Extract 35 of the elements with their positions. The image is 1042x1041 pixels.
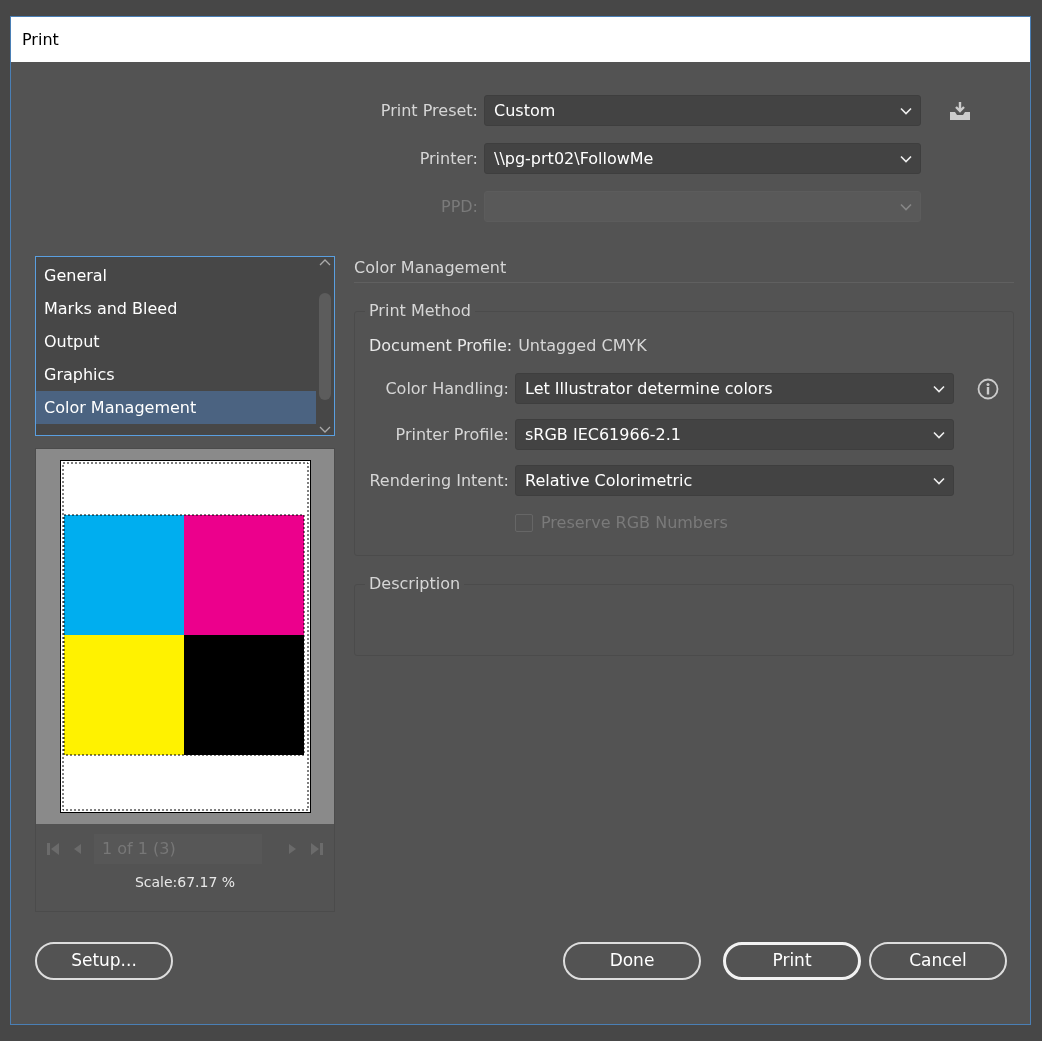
window-title: Print: [22, 28, 59, 51]
scrollbar[interactable]: [316, 257, 334, 435]
category-item[interactable]: Output: [36, 325, 316, 358]
scroll-down-icon[interactable]: [319, 426, 331, 433]
field-label: Printer:: [418, 147, 478, 170]
dropdown[interactable]: Relative Colorimetric: [515, 465, 954, 496]
chevron-down-icon: [933, 430, 945, 439]
chevron-down-icon: [900, 202, 912, 211]
setup-button[interactable]: Setup...: [35, 942, 173, 980]
field-label: Color Handling:: [384, 377, 509, 400]
category-item[interactable]: Color Management: [36, 391, 316, 424]
category-item[interactable]: Graphics: [36, 358, 316, 391]
field-label: Document Profile:: [369, 335, 513, 357]
field-label: Printer Profile:: [394, 423, 509, 446]
scale-text: Scale:67.17 %: [133, 873, 237, 892]
dialog-button[interactable]: Done: [563, 942, 701, 980]
category-item[interactable]: Marks and Bleed: [36, 292, 316, 325]
dropdown[interactable]: Let Illustrator determine colors: [515, 373, 954, 404]
info-icon[interactable]: [977, 378, 999, 400]
category-item[interactable]: General: [36, 259, 316, 292]
chevron-down-icon: [900, 154, 912, 163]
dropdown[interactable]: Custom: [484, 95, 921, 126]
dialog-button[interactable]: Cancel: [869, 942, 1007, 980]
field-label: Rendering Intent:: [369, 469, 509, 492]
dropdown[interactable]: \\pg-prt02\FollowMe: [484, 143, 921, 174]
scroll-up-icon[interactable]: [319, 259, 331, 266]
dropdown[interactable]: sRGB IEC61966-2.1: [515, 419, 954, 450]
section-title: Color Management: [354, 258, 507, 277]
dialog-button[interactable]: Print: [723, 942, 861, 980]
field-label: Print Preset:: [379, 99, 478, 122]
field-value: Untagged CMYK: [518, 335, 647, 357]
chevron-down-icon: [933, 384, 945, 393]
download-icon[interactable]: [949, 101, 971, 121]
chevron-down-icon: [933, 476, 945, 485]
chevron-down-icon: [900, 106, 912, 115]
